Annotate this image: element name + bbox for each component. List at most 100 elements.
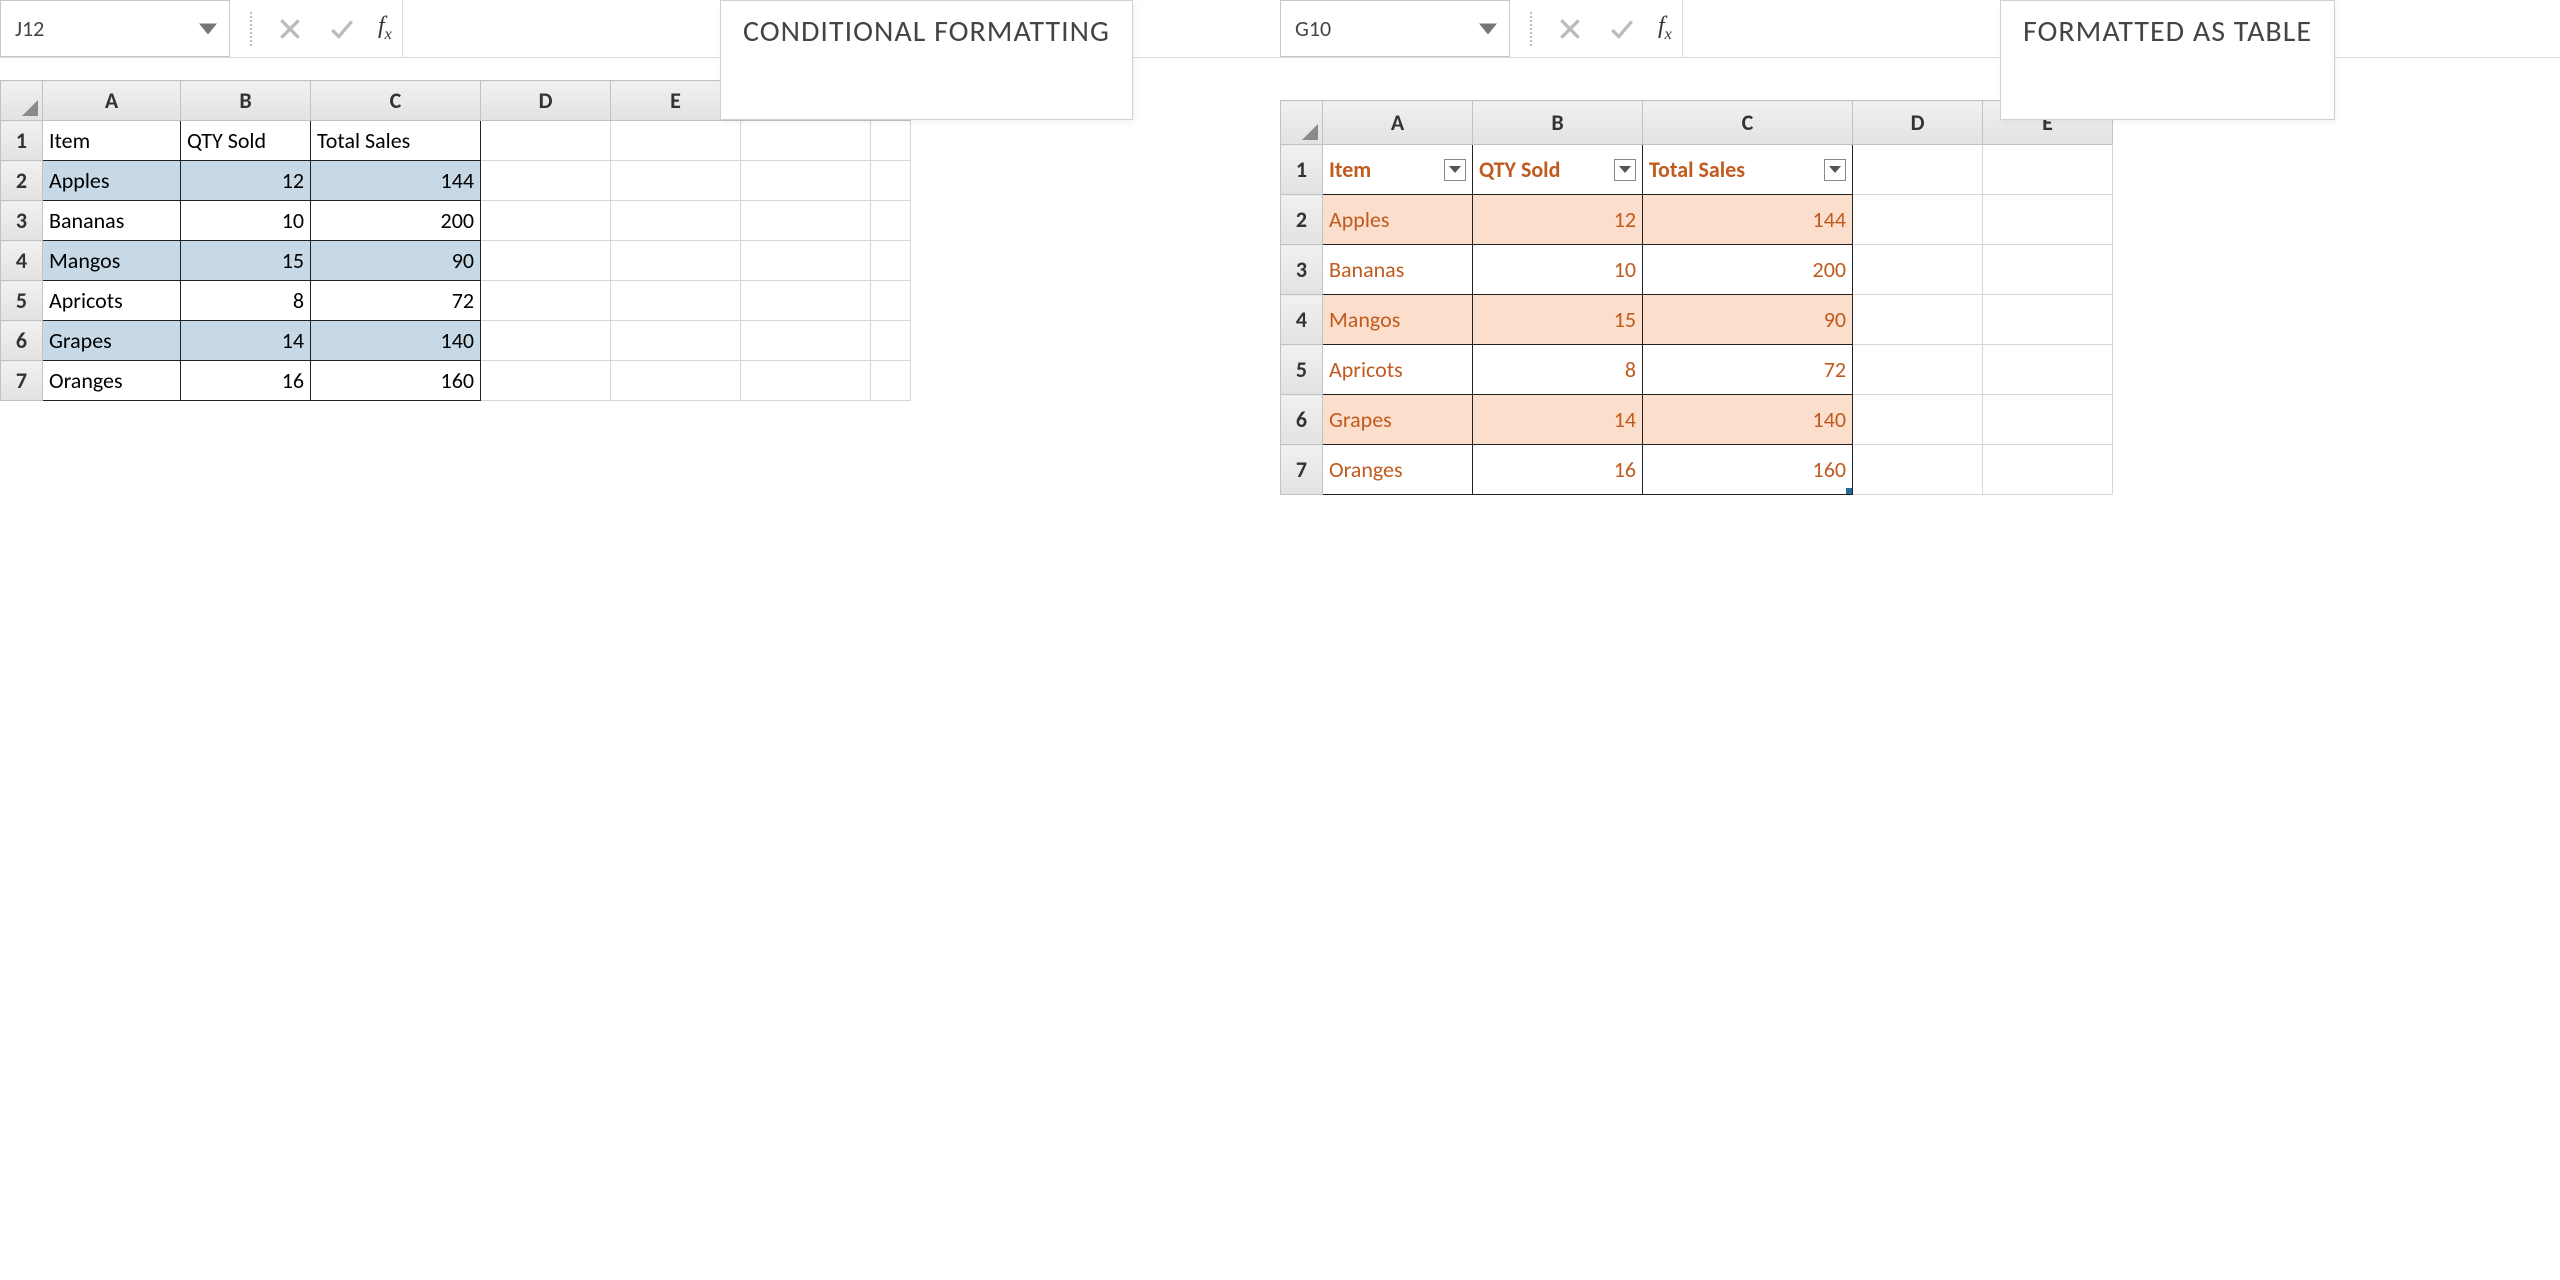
- fx-icon[interactable]: fx: [378, 13, 392, 44]
- cell-A7[interactable]: Oranges: [43, 361, 181, 401]
- cell-A1[interactable]: Item: [1323, 145, 1473, 195]
- cell-E7[interactable]: [1983, 445, 2113, 495]
- cell-C1[interactable]: Total Sales: [311, 121, 481, 161]
- cell-B3[interactable]: 10: [181, 201, 311, 241]
- cell-D5[interactable]: [1853, 345, 1983, 395]
- row-header-2[interactable]: 2: [1281, 195, 1323, 245]
- cell-D6[interactable]: [481, 321, 611, 361]
- cell-B7[interactable]: 16: [1473, 445, 1643, 495]
- row-header-5[interactable]: 5: [1281, 345, 1323, 395]
- cell-C4[interactable]: 90: [1643, 295, 1853, 345]
- column-header-D[interactable]: D: [1853, 101, 1983, 145]
- cell-B1[interactable]: QTY Sold: [181, 121, 311, 161]
- row-header-3[interactable]: 3: [1281, 245, 1323, 295]
- filter-dropdown-icon[interactable]: [1614, 159, 1636, 181]
- cell-C7[interactable]: 160: [311, 361, 481, 401]
- cell-B6[interactable]: 14: [1473, 395, 1643, 445]
- table-resize-handle[interactable]: [1846, 488, 1853, 495]
- cell-A6[interactable]: Grapes: [1323, 395, 1473, 445]
- cell-E5[interactable]: [611, 281, 741, 321]
- cell-E2[interactable]: [1983, 195, 2113, 245]
- cell-C3[interactable]: 200: [1643, 245, 1853, 295]
- cell-E1[interactable]: [1983, 145, 2113, 195]
- filter-dropdown-icon[interactable]: [1444, 159, 1466, 181]
- cell-A2[interactable]: Apples: [1323, 195, 1473, 245]
- cell-B5[interactable]: 8: [1473, 345, 1643, 395]
- cell-A4[interactable]: Mangos: [1323, 295, 1473, 345]
- row-header-7[interactable]: 7: [1, 361, 43, 401]
- cell-B6[interactable]: 14: [181, 321, 311, 361]
- cell-F3[interactable]: [741, 201, 871, 241]
- cell-A6[interactable]: Grapes: [43, 321, 181, 361]
- cell-B3[interactable]: 10: [1473, 245, 1643, 295]
- cell-A5[interactable]: Apricots: [43, 281, 181, 321]
- cell-E7[interactable]: [611, 361, 741, 401]
- row-header-5[interactable]: 5: [1, 281, 43, 321]
- column-header-B[interactable]: B: [181, 81, 311, 121]
- row-header-7[interactable]: 7: [1281, 445, 1323, 495]
- select-all-corner[interactable]: [1281, 101, 1323, 145]
- cell-F5[interactable]: [741, 281, 871, 321]
- cell-C2[interactable]: 144: [311, 161, 481, 201]
- cell-A2[interactable]: Apples: [43, 161, 181, 201]
- cell-B7[interactable]: 16: [181, 361, 311, 401]
- cell-C2[interactable]: 144: [1643, 195, 1853, 245]
- cell-E3[interactable]: [1983, 245, 2113, 295]
- cell-B4[interactable]: 15: [181, 241, 311, 281]
- cell-D2[interactable]: [481, 161, 611, 201]
- name-box[interactable]: J12: [0, 0, 230, 57]
- row-header-1[interactable]: 1: [1, 121, 43, 161]
- column-header-B[interactable]: B: [1473, 101, 1643, 145]
- cell-F1[interactable]: [741, 121, 871, 161]
- cell-C6[interactable]: 140: [311, 321, 481, 361]
- cell-E1[interactable]: [611, 121, 741, 161]
- cell-C5[interactable]: 72: [311, 281, 481, 321]
- cell-A1[interactable]: Item: [43, 121, 181, 161]
- cell-G3[interactable]: [871, 201, 911, 241]
- cell-E3[interactable]: [611, 201, 741, 241]
- cell-E2[interactable]: [611, 161, 741, 201]
- cell-G7[interactable]: [871, 361, 911, 401]
- chevron-down-icon[interactable]: [1479, 23, 1497, 34]
- cell-E6[interactable]: [611, 321, 741, 361]
- cell-A4[interactable]: Mangos: [43, 241, 181, 281]
- cell-D1[interactable]: [1853, 145, 1983, 195]
- cell-B2[interactable]: 12: [1473, 195, 1643, 245]
- cell-F7[interactable]: [741, 361, 871, 401]
- cell-C1[interactable]: Total Sales: [1643, 145, 1853, 195]
- cell-G4[interactable]: [871, 241, 911, 281]
- cell-B1[interactable]: QTY Sold: [1473, 145, 1643, 195]
- cell-D6[interactable]: [1853, 395, 1983, 445]
- cell-D5[interactable]: [481, 281, 611, 321]
- cell-D2[interactable]: [1853, 195, 1983, 245]
- cell-G2[interactable]: [871, 161, 911, 201]
- cell-D3[interactable]: [481, 201, 611, 241]
- column-header-C[interactable]: C: [311, 81, 481, 121]
- column-header-A[interactable]: A: [43, 81, 181, 121]
- cell-E5[interactable]: [1983, 345, 2113, 395]
- column-header-D[interactable]: D: [481, 81, 611, 121]
- cell-C3[interactable]: 200: [311, 201, 481, 241]
- select-all-corner[interactable]: [1, 81, 43, 121]
- cell-G1[interactable]: [871, 121, 911, 161]
- cell-D7[interactable]: [481, 361, 611, 401]
- row-header-6[interactable]: 6: [1281, 395, 1323, 445]
- column-header-C[interactable]: C: [1643, 101, 1853, 145]
- cell-F4[interactable]: [741, 241, 871, 281]
- filter-dropdown-icon[interactable]: [1824, 159, 1846, 181]
- row-header-6[interactable]: 6: [1, 321, 43, 361]
- cell-B2[interactable]: 12: [181, 161, 311, 201]
- cell-D7[interactable]: [1853, 445, 1983, 495]
- cell-A3[interactable]: Bananas: [43, 201, 181, 241]
- cell-A5[interactable]: Apricots: [1323, 345, 1473, 395]
- cell-E4[interactable]: [611, 241, 741, 281]
- fx-icon[interactable]: fx: [1658, 13, 1672, 44]
- cell-F2[interactable]: [741, 161, 871, 201]
- cell-C4[interactable]: 90: [311, 241, 481, 281]
- name-box[interactable]: G10: [1280, 0, 1510, 57]
- row-header-3[interactable]: 3: [1, 201, 43, 241]
- cell-C5[interactable]: 72: [1643, 345, 1853, 395]
- cell-B5[interactable]: 8: [181, 281, 311, 321]
- cell-A3[interactable]: Bananas: [1323, 245, 1473, 295]
- cell-D4[interactable]: [1853, 295, 1983, 345]
